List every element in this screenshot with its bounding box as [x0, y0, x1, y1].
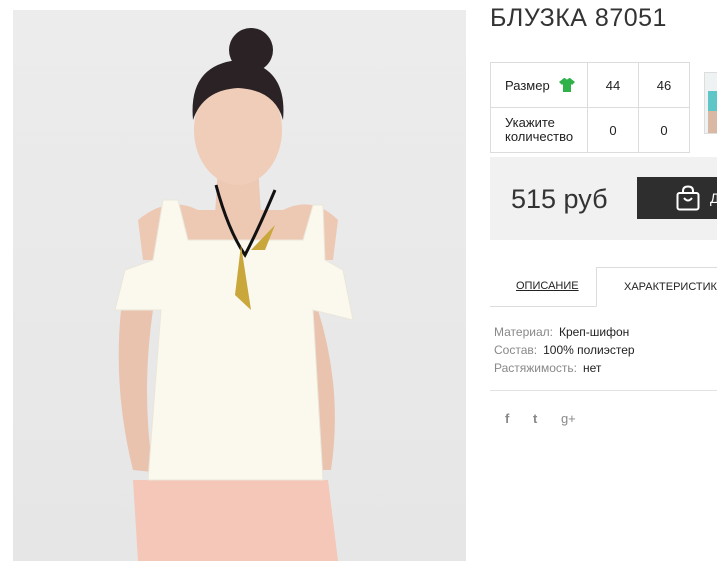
google-plus-icon[interactable]: g+ [561, 411, 576, 426]
size-quantity-table: Размер 44 46 Укажите количество 0 0 [490, 62, 690, 153]
spec-row: Материал: Креп-шифон [494, 323, 635, 341]
quantity-input-46[interactable]: 0 [638, 107, 690, 153]
tshirt-icon [559, 77, 576, 92]
social-share: f t g+ [505, 411, 596, 426]
twitter-icon[interactable]: t [533, 411, 537, 426]
quantity-label-cell: Укажите количество [490, 107, 588, 153]
shopping-bag-icon [676, 185, 700, 211]
spec-key: Состав: [494, 343, 538, 357]
spec-key: Растяжимость: [494, 361, 578, 375]
quantity-label-line2: количество [505, 129, 574, 144]
divider [490, 390, 717, 391]
product-tabs: ОПИСАНИЕ ХАРАКТЕРИСТИКИ [490, 267, 717, 307]
spec-row: Состав: 100% полиэстер [494, 341, 635, 359]
spec-value: 100% полиэстер [543, 343, 635, 357]
size-label-cell: Размер [490, 62, 588, 108]
spec-value: Креп-шифон [558, 325, 630, 339]
spec-key: Материал: [494, 325, 553, 339]
size-option-46[interactable]: 46 [638, 62, 690, 108]
tab-characteristics[interactable]: ХАРАКТЕРИСТИКИ [596, 267, 717, 307]
thumbnail-image [708, 91, 717, 133]
size-label: Размер [505, 77, 550, 93]
product-price: 515 руб [511, 184, 608, 214]
tab-description[interactable]: ОПИСАНИЕ [516, 280, 579, 292]
quantity-label-line1: Укажите [505, 115, 555, 130]
spec-row: Растяжимость: нет [494, 359, 635, 377]
spec-value: нет [583, 361, 602, 375]
size-option-44[interactable]: 44 [587, 62, 639, 108]
add-to-cart-button[interactable]: Д [637, 177, 717, 219]
product-photo[interactable] [13, 10, 466, 561]
specs-list: Материал: Креп-шифон Состав: 100% полиэсте… [494, 323, 635, 377]
quantity-input-44[interactable]: 0 [587, 107, 639, 153]
price-box: 515 руб Д [490, 157, 717, 240]
model-illustration [114, 28, 354, 561]
add-to-cart-label: Д [710, 190, 717, 206]
product-title: БЛУЗКА 87051 [490, 4, 667, 32]
facebook-icon[interactable]: f [505, 411, 509, 426]
product-thumbnail[interactable] [704, 72, 717, 134]
